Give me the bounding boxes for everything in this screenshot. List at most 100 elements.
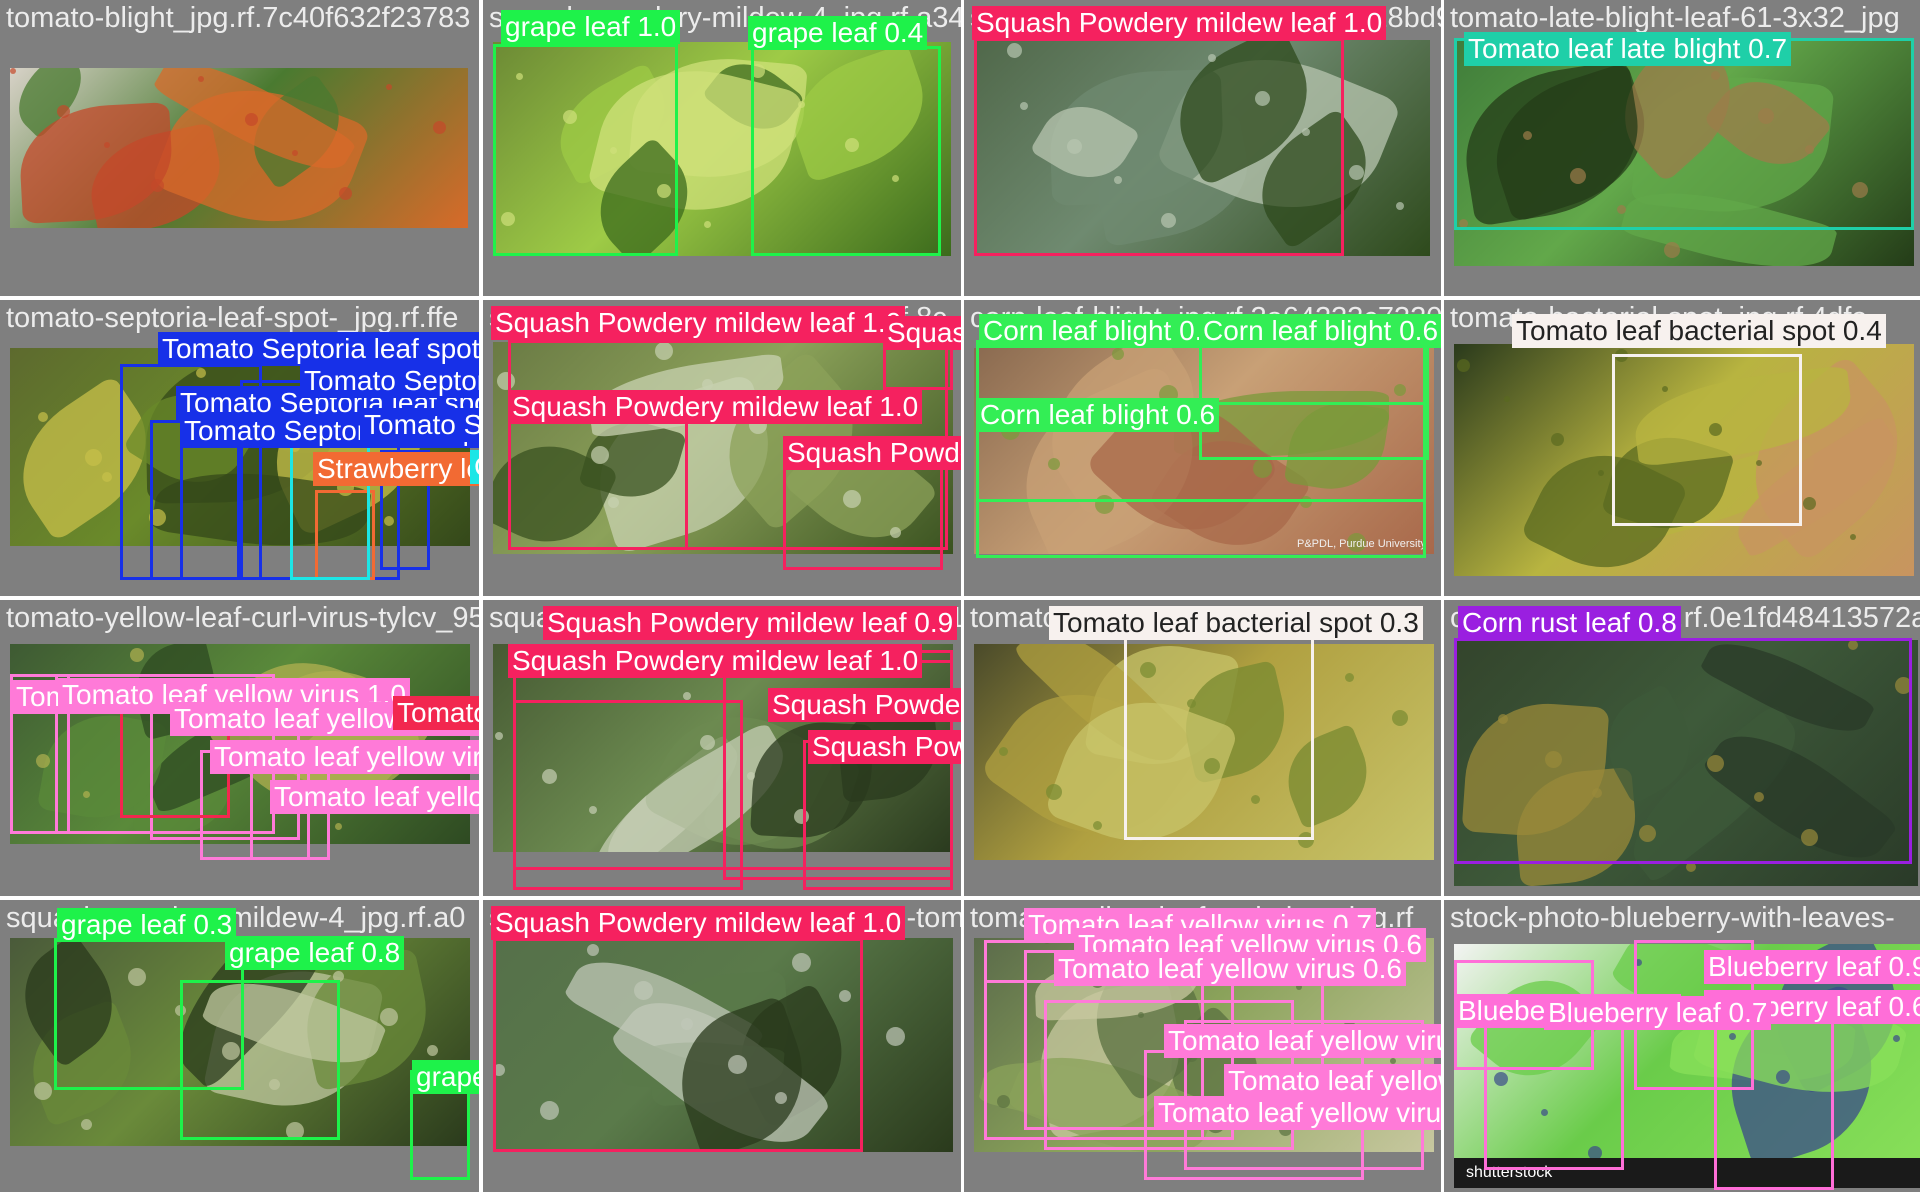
- leaf-spot: [427, 1045, 438, 1056]
- detection-box: [1124, 630, 1314, 840]
- prediction-tile: tomato-bacterial-spot_jpg.rf.4dfaTomato …: [1444, 300, 1920, 596]
- detection-label: Squash Powdery mildew leaf 0.9: [543, 606, 958, 640]
- leaf-spot: [386, 84, 392, 90]
- leaf-spot: [34, 1082, 52, 1100]
- prediction-tile: squash-powdery-mildew-2_jpg.rf.8cSquash …: [483, 300, 961, 596]
- detection-box: [1454, 638, 1912, 864]
- prediction-tile: squash-powdery-mildew-4_jpg.rf.a0grape l…: [0, 900, 479, 1192]
- leaf-spot: [999, 747, 1008, 756]
- leaf-spot: [1345, 673, 1354, 682]
- prediction-tile: P&PDL, Purdue Universitycorn-leaf-blight…: [964, 300, 1441, 596]
- detection-box: [180, 980, 340, 1140]
- leaf-spot: [1392, 710, 1408, 726]
- detection-label: Squash Powdery mildew leaf 0.5: [768, 688, 961, 722]
- prediction-tile: squash-powdery-mildew_jpg.rf.18bd96c2aSq…: [964, 0, 1441, 296]
- leaf-spot: [886, 1027, 905, 1046]
- leaf-spot: [104, 142, 110, 148]
- detection-label: Corn leaf blight 0.3: [470, 450, 479, 484]
- detection-label: Tomato leaf yellow virus 0.6: [1164, 1024, 1441, 1058]
- detection-box: [493, 44, 678, 256]
- leaf-spot: [1551, 433, 1564, 446]
- detection-label: Tomato leaf late blight 0.7: [1464, 32, 1792, 66]
- leaf-spot: [245, 113, 258, 126]
- detection-box: [1714, 1020, 1834, 1190]
- leaf-spot: [335, 823, 342, 830]
- leaf-spot: [1093, 821, 1102, 830]
- tile-filename: tomato-blight_jpg.rf.7c40f632f23783: [6, 2, 471, 34]
- leaf-spot: [130, 648, 144, 662]
- leaf-spot: [102, 472, 112, 482]
- leaf-spot: [198, 76, 204, 82]
- detection-label: Tomato mold leaf 0.5: [393, 696, 479, 730]
- prediction-tile: tomato-yellow-leaf-curl-virus-tylcv_9509…: [0, 600, 479, 896]
- detection-label: Squash Powdery mildew leaf 1.0: [491, 306, 906, 340]
- detection-box: [751, 46, 941, 256]
- leaf-spot: [292, 150, 298, 156]
- tile-filename: stock-photo-blueberry-with-leaves-: [1450, 902, 1895, 934]
- leaf-spot: [1850, 534, 1856, 540]
- leaf-spot: [1664, 242, 1680, 258]
- detection-label: Corn rust leaf 0.8: [1458, 606, 1681, 640]
- detection-label: grape leaf 1.0: [501, 10, 681, 44]
- prediction-tile: squash-powdery-mildew_jpg.rf.h-tomSquash…: [483, 900, 961, 1192]
- detection-box: [493, 938, 863, 1152]
- leaf-spot: [151, 179, 164, 192]
- detection-box: [1612, 354, 1802, 526]
- leaf-spot: [1803, 497, 1816, 510]
- detection-label: grape leaf 0.3: [57, 908, 237, 942]
- leaf-spot: [1046, 784, 1062, 800]
- detection-label: Tomato Septoria leaf spot 0.9: [158, 332, 479, 366]
- detection-label: Corn leaf blight 0.6: [976, 398, 1220, 432]
- leaf-spot: [1396, 202, 1404, 210]
- tile-filename: tomato-late-blight-leaf-61-3x32_jpg: [1450, 2, 1900, 34]
- detection-label: Squash Powdery mildew leaf 1.0: [508, 644, 923, 678]
- detection-label: Squash Powdery mildew leaf 1.0: [972, 6, 1387, 40]
- detection-label: Tomato leaf yellow virus 0.6: [1054, 952, 1406, 986]
- prediction-tile: shutterstock stock-photo-blueberry-with-l…: [1444, 900, 1920, 1192]
- detection-label: Squash Powdery mildew leaf 1.0: [508, 390, 923, 424]
- prediction-tile: tomato-bacterial-spot-2_jpg.rf.9d4Tomato…: [964, 600, 1441, 896]
- detection-label: Squash Powdery mildew leaf 0.7: [808, 730, 961, 764]
- leaf-spot: [10, 68, 16, 74]
- detection-label: Tomato leaf yellow virus 0.6: [1224, 1064, 1441, 1098]
- leaf-spot: [1349, 165, 1364, 180]
- detection-label: Tomato Septoria leaf spot 1.0: [300, 364, 479, 398]
- detection-box: [513, 700, 743, 890]
- tile-filename: tomato-septoria-leaf-spot-_jpg.rf.ffe: [6, 302, 459, 334]
- leaf-spot: [1457, 359, 1470, 372]
- tile-filename: tomato-yellow-leaf-curl-virus-tylcv_9509: [6, 602, 479, 634]
- prediction-tile: tomato-blight_jpg.rf.7c40f632f23783: [0, 0, 479, 296]
- detection-label: Tomato leaf yellow virus 0.6: [1154, 1096, 1441, 1130]
- detection-label: Squash Powdery mildew leaf 0.6: [883, 316, 961, 350]
- prediction-tile: squash-powdery-mildew-3_jpg.rf.8d1Squash…: [483, 600, 961, 896]
- leaf-spot: [495, 732, 503, 740]
- detection-label: Tomato Septoria leaf spot 0.9: [360, 408, 479, 442]
- detection-label: grape leaf 0.8: [225, 936, 405, 970]
- detection-label: Squash Powdery mildew leaf 0.7: [783, 436, 961, 470]
- prediction-tile: tomato-yellow-leaf-curl-virus_jpg.rfToma…: [964, 900, 1441, 1192]
- detection-label: Corn leaf blight 0.7: [979, 314, 1223, 348]
- prediction-tile: tomato-late-blight-leaf-61-3x32_jpg Tomat…: [1444, 0, 1920, 296]
- leaf-spot: [704, 221, 711, 228]
- detection-label: Strawberry leaf 0.3: [313, 452, 479, 486]
- leaf-spot: [1893, 1035, 1900, 1042]
- leaf-spot: [57, 105, 70, 118]
- detection-label: Tomato leaf bacterial spot 0.4: [1512, 314, 1886, 348]
- detection-box: [974, 38, 1344, 256]
- detection-box: [1454, 38, 1914, 230]
- detection-box: [1484, 1010, 1624, 1170]
- detection-label: Tomato leaf yellow virus 0.3: [270, 780, 479, 814]
- leaf-spot: [1598, 470, 1604, 476]
- leaf-spot: [1504, 396, 1510, 402]
- leaf-spot: [433, 121, 446, 134]
- prediction-mosaic: tomato-blight_jpg.rf.7c40f632f23783squas…: [0, 0, 1920, 1192]
- detection-label: Corn leaf blight 0.6: [1199, 314, 1441, 348]
- prediction-tile: corn-rust-leaf_jpg.rf.0e1fd48413572a Corn…: [1444, 600, 1920, 896]
- detection-label: Tomato leaf bacterial spot 0.3: [1049, 606, 1423, 640]
- leaf-spot: [339, 187, 352, 200]
- detection-label: grape leaf 0.4: [748, 16, 928, 50]
- detection-label: Tomato leaf yellow virus 0.8: [210, 740, 479, 774]
- detection-box: [1199, 340, 1429, 460]
- detection-label: grape leaf 0.4: [412, 1060, 479, 1094]
- prediction-tile: squash-powdery-mildew-4_jpg.rf.a34 grape …: [483, 0, 961, 296]
